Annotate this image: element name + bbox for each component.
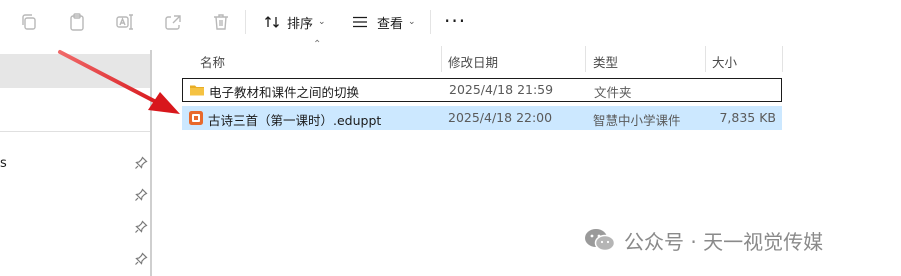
view-button[interactable]: 查看 ⌄ [352, 9, 416, 35]
sort-label: 排序 [287, 16, 314, 32]
pin-icon[interactable] [134, 156, 148, 170]
file-name: 古诗三首（第一课时）.eduppt [208, 113, 382, 128]
file-type: 智慧中小学课件 [593, 113, 681, 128]
nav-item-selected[interactable] [0, 54, 150, 88]
column-header-size[interactable]: 大小 [712, 52, 737, 71]
rename-icon[interactable] [115, 12, 135, 32]
command-bar: 排序 ⌄ 查看 ⌄ ··· [0, 0, 901, 44]
column-header-type[interactable]: 类型 [593, 52, 618, 71]
folder-icon [189, 82, 205, 98]
watermark-text: 公众号 · 天一视觉传媒 [624, 229, 824, 254]
file-type: 文件夹 [594, 85, 632, 100]
view-label: 查看 [377, 16, 404, 32]
more-options-button[interactable]: ··· [444, 8, 466, 34]
file-modified: 2025/4/18 21:59 [449, 82, 554, 97]
copy-icon[interactable] [19, 12, 39, 32]
column-divider[interactable] [585, 46, 586, 72]
sort-button[interactable]: 排序 ⌄ [264, 9, 326, 35]
column-divider[interactable] [705, 46, 706, 72]
nav-divider [0, 131, 150, 132]
sort-icon [264, 14, 280, 30]
sort-ascending-icon: ⌃ [313, 39, 322, 50]
paste-icon[interactable] [67, 12, 87, 32]
nav-item-label[interactable]: s [0, 156, 7, 171]
pin-icon[interactable] [134, 252, 148, 266]
watermark: 公众号 · 天一视觉传媒 [584, 224, 823, 256]
toolbar-divider [430, 10, 431, 34]
navigation-pane: s [0, 44, 160, 276]
column-header-name[interactable]: 名称 [200, 52, 225, 71]
delete-icon[interactable] [211, 12, 231, 32]
column-header-modified[interactable]: 修改日期 [448, 52, 498, 71]
share-icon[interactable] [163, 12, 183, 32]
pin-icon[interactable] [134, 220, 148, 234]
eduppt-file-icon [188, 110, 204, 126]
nav-scrollbar[interactable] [150, 50, 152, 276]
file-size: 7,835 KB [719, 110, 776, 125]
wechat-icon [584, 227, 616, 253]
column-divider[interactable] [441, 46, 442, 72]
chevron-down-icon: ⌄ [318, 17, 326, 27]
file-modified: 2025/4/18 22:00 [448, 110, 553, 125]
file-row[interactable]: 古诗三首（第一课时）.eduppt 2025/4/18 22:00 智慧中小学课… [182, 106, 782, 130]
chevron-down-icon: ⌄ [408, 17, 416, 27]
column-divider[interactable] [782, 46, 783, 72]
pin-icon[interactable] [134, 188, 148, 202]
toolbar-divider [245, 10, 246, 34]
file-name: 电子教材和课件之间的切换 [209, 85, 360, 100]
file-row[interactable]: 电子教材和课件之间的切换 2025/4/18 21:59 文件夹 [182, 78, 782, 102]
view-icon [352, 14, 368, 30]
